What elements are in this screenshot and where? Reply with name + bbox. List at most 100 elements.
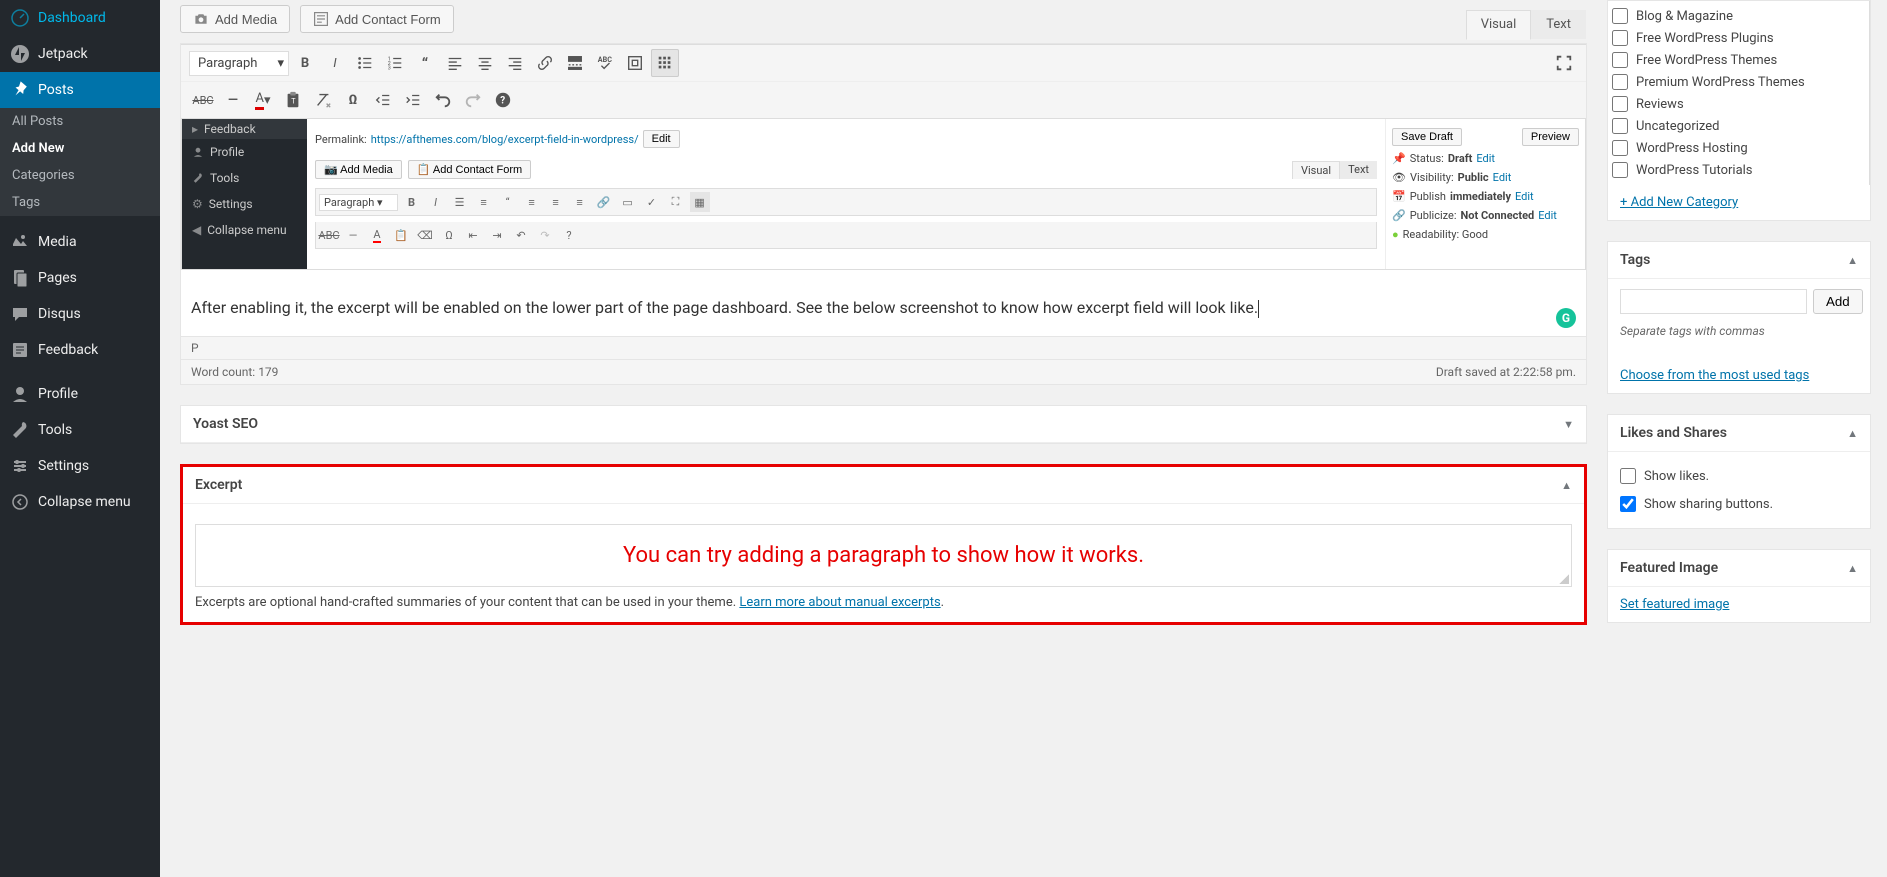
special-char-button[interactable]: Ω	[339, 86, 367, 114]
paste-text-button[interactable]: T	[279, 86, 307, 114]
sidebar-item-pages[interactable]: Pages	[0, 260, 160, 296]
add-contact-form-button[interactable]: Add Contact Form	[300, 5, 454, 33]
clear-formatting-button[interactable]	[309, 86, 337, 114]
spellcheck-button[interactable]: ABC	[591, 49, 619, 77]
media-icon	[10, 232, 30, 252]
sidebar-item-posts[interactable]: Posts	[0, 72, 160, 108]
sidebar-item-dashboard[interactable]: Dashboard	[0, 0, 160, 36]
chevron-up-icon: ▲	[1847, 254, 1858, 267]
excerpt-textarea[interactable]: You can try adding a paragraph to show h…	[195, 524, 1572, 587]
likes-title: Likes and Shares	[1620, 425, 1727, 441]
sidebar-sub-add-new[interactable]: Add New	[0, 135, 160, 162]
category-checkbox[interactable]	[1612, 74, 1628, 90]
sidebar-item-profile[interactable]: Profile	[0, 376, 160, 412]
sidebar-sub-all-posts[interactable]: All Posts	[0, 108, 160, 135]
sidebar-label: Posts	[38, 82, 74, 98]
tags-title: Tags	[1620, 252, 1650, 268]
help-button[interactable]: ?	[489, 86, 517, 114]
horizontal-rule-button[interactable]: —	[219, 86, 247, 114]
align-left-button[interactable]	[441, 49, 469, 77]
editor-content-area[interactable]: ▸Feedback Profile Tools ⚙Settings ◀Colla…	[181, 118, 1586, 336]
editor-status-bar: Word count: 179 Draft saved at 2:22:58 p…	[181, 359, 1586, 384]
editor-toolbar-row2: ABC — A ▾ T Ω ?	[181, 81, 1586, 118]
category-checkbox[interactable]	[1612, 96, 1628, 112]
category-list[interactable]: Blog & Magazine Free WordPress Plugins F…	[1608, 1, 1870, 185]
set-featured-image-link[interactable]: Set featured image	[1620, 597, 1729, 612]
link-button[interactable]	[531, 49, 559, 77]
undo-button[interactable]	[429, 86, 457, 114]
sidebar-item-jetpack[interactable]: Jetpack	[0, 36, 160, 72]
excerpt-panel-header[interactable]: Excerpt ▲	[183, 467, 1584, 504]
sidebar-label: Pages	[38, 270, 77, 286]
inner-add-media: 📷 Add Media	[315, 160, 402, 179]
add-media-button[interactable]: Add Media	[180, 5, 290, 33]
camera-icon	[193, 11, 209, 27]
numbered-list-button[interactable]: 123	[381, 49, 409, 77]
category-checkbox[interactable]	[1612, 30, 1628, 46]
editor-body-text[interactable]: After enabling it, the excerpt will be e…	[181, 280, 1586, 336]
sidebar-label: Profile	[38, 386, 78, 402]
fullscreen-button[interactable]	[1550, 49, 1578, 77]
category-item[interactable]: Uncategorized	[1612, 115, 1865, 137]
sidebar-item-media[interactable]: Media	[0, 224, 160, 260]
sidebar-sub-tags[interactable]: Tags	[0, 189, 160, 216]
category-item[interactable]: Blog & Magazine	[1612, 5, 1865, 27]
category-checkbox[interactable]	[1612, 52, 1628, 68]
category-item[interactable]: Free WordPress Themes	[1612, 49, 1865, 71]
most-used-tags-link[interactable]: Choose from the most used tags	[1620, 368, 1809, 383]
insert-more-button[interactable]	[561, 49, 589, 77]
sidebar-item-feedback[interactable]: Feedback	[0, 332, 160, 368]
grammarly-icon[interactable]: G	[1556, 308, 1576, 328]
yoast-panel-header[interactable]: Yoast SEO ▼	[181, 406, 1586, 443]
add-media-label: Add Media	[215, 12, 277, 27]
indent-button[interactable]	[399, 86, 427, 114]
feedback-icon	[10, 340, 30, 360]
pages-icon	[10, 268, 30, 288]
category-item[interactable]: Premium WordPress Themes	[1612, 71, 1865, 93]
sidebar-label: Feedback	[38, 342, 98, 358]
category-checkbox[interactable]	[1612, 8, 1628, 24]
sidebar-item-tools[interactable]: Tools	[0, 412, 160, 448]
chevron-up-icon: ▲	[1847, 427, 1858, 440]
blockquote-button[interactable]: “	[411, 49, 439, 77]
align-center-button[interactable]	[471, 49, 499, 77]
inner-add-contact-form: 📋 Add Contact Form	[408, 160, 531, 179]
bullet-list-button[interactable]	[351, 49, 379, 77]
toolbar-toggle-button[interactable]	[651, 49, 679, 77]
excerpt-help-link[interactable]: Learn more about manual excerpts	[739, 595, 940, 610]
featured-image-panel: Featured Image ▲ Set featured image	[1607, 549, 1871, 623]
show-sharing-checkbox[interactable]	[1620, 496, 1636, 512]
featured-image-header[interactable]: Featured Image ▲	[1608, 550, 1870, 587]
align-right-button[interactable]	[501, 49, 529, 77]
category-checkbox[interactable]	[1612, 118, 1628, 134]
distraction-free-button[interactable]	[621, 49, 649, 77]
outdent-button[interactable]	[369, 86, 397, 114]
tags-input[interactable]	[1620, 289, 1807, 314]
tags-panel-header[interactable]: Tags ▲	[1608, 242, 1870, 279]
categories-panel: Blog & Magazine Free WordPress Plugins F…	[1607, 0, 1871, 221]
visual-tab[interactable]: Visual	[1466, 10, 1532, 40]
paragraph-select[interactable]: Paragraph ▾	[189, 51, 289, 76]
italic-button[interactable]: I	[321, 49, 349, 77]
strikethrough-button[interactable]: ABC	[189, 86, 217, 114]
category-item[interactable]: Free WordPress Plugins	[1612, 27, 1865, 49]
category-item[interactable]: WordPress Hosting	[1612, 137, 1865, 159]
comment-icon	[10, 304, 30, 324]
add-new-category-link[interactable]: + Add New Category	[1620, 195, 1738, 210]
likes-panel-header[interactable]: Likes and Shares ▲	[1608, 415, 1870, 452]
bold-button[interactable]: B	[291, 49, 319, 77]
show-likes-checkbox[interactable]	[1620, 468, 1636, 484]
sidebar-sub-categories[interactable]: Categories	[0, 162, 160, 189]
text-tab[interactable]: Text	[1531, 10, 1586, 39]
sidebar-item-disqus[interactable]: Disqus	[0, 296, 160, 332]
category-checkbox[interactable]	[1612, 140, 1628, 156]
category-checkbox[interactable]	[1612, 162, 1628, 178]
text-color-button[interactable]: A ▾	[249, 86, 277, 114]
redo-button[interactable]	[459, 86, 487, 114]
likes-panel: Likes and Shares ▲ Show likes. Show shar…	[1607, 414, 1871, 529]
sidebar-item-collapse[interactable]: Collapse menu	[0, 484, 160, 520]
category-item[interactable]: WordPress Tutorials	[1612, 159, 1865, 181]
category-item[interactable]: Reviews	[1612, 93, 1865, 115]
tags-add-button[interactable]: Add	[1813, 289, 1863, 314]
sidebar-item-settings[interactable]: Settings	[0, 448, 160, 484]
